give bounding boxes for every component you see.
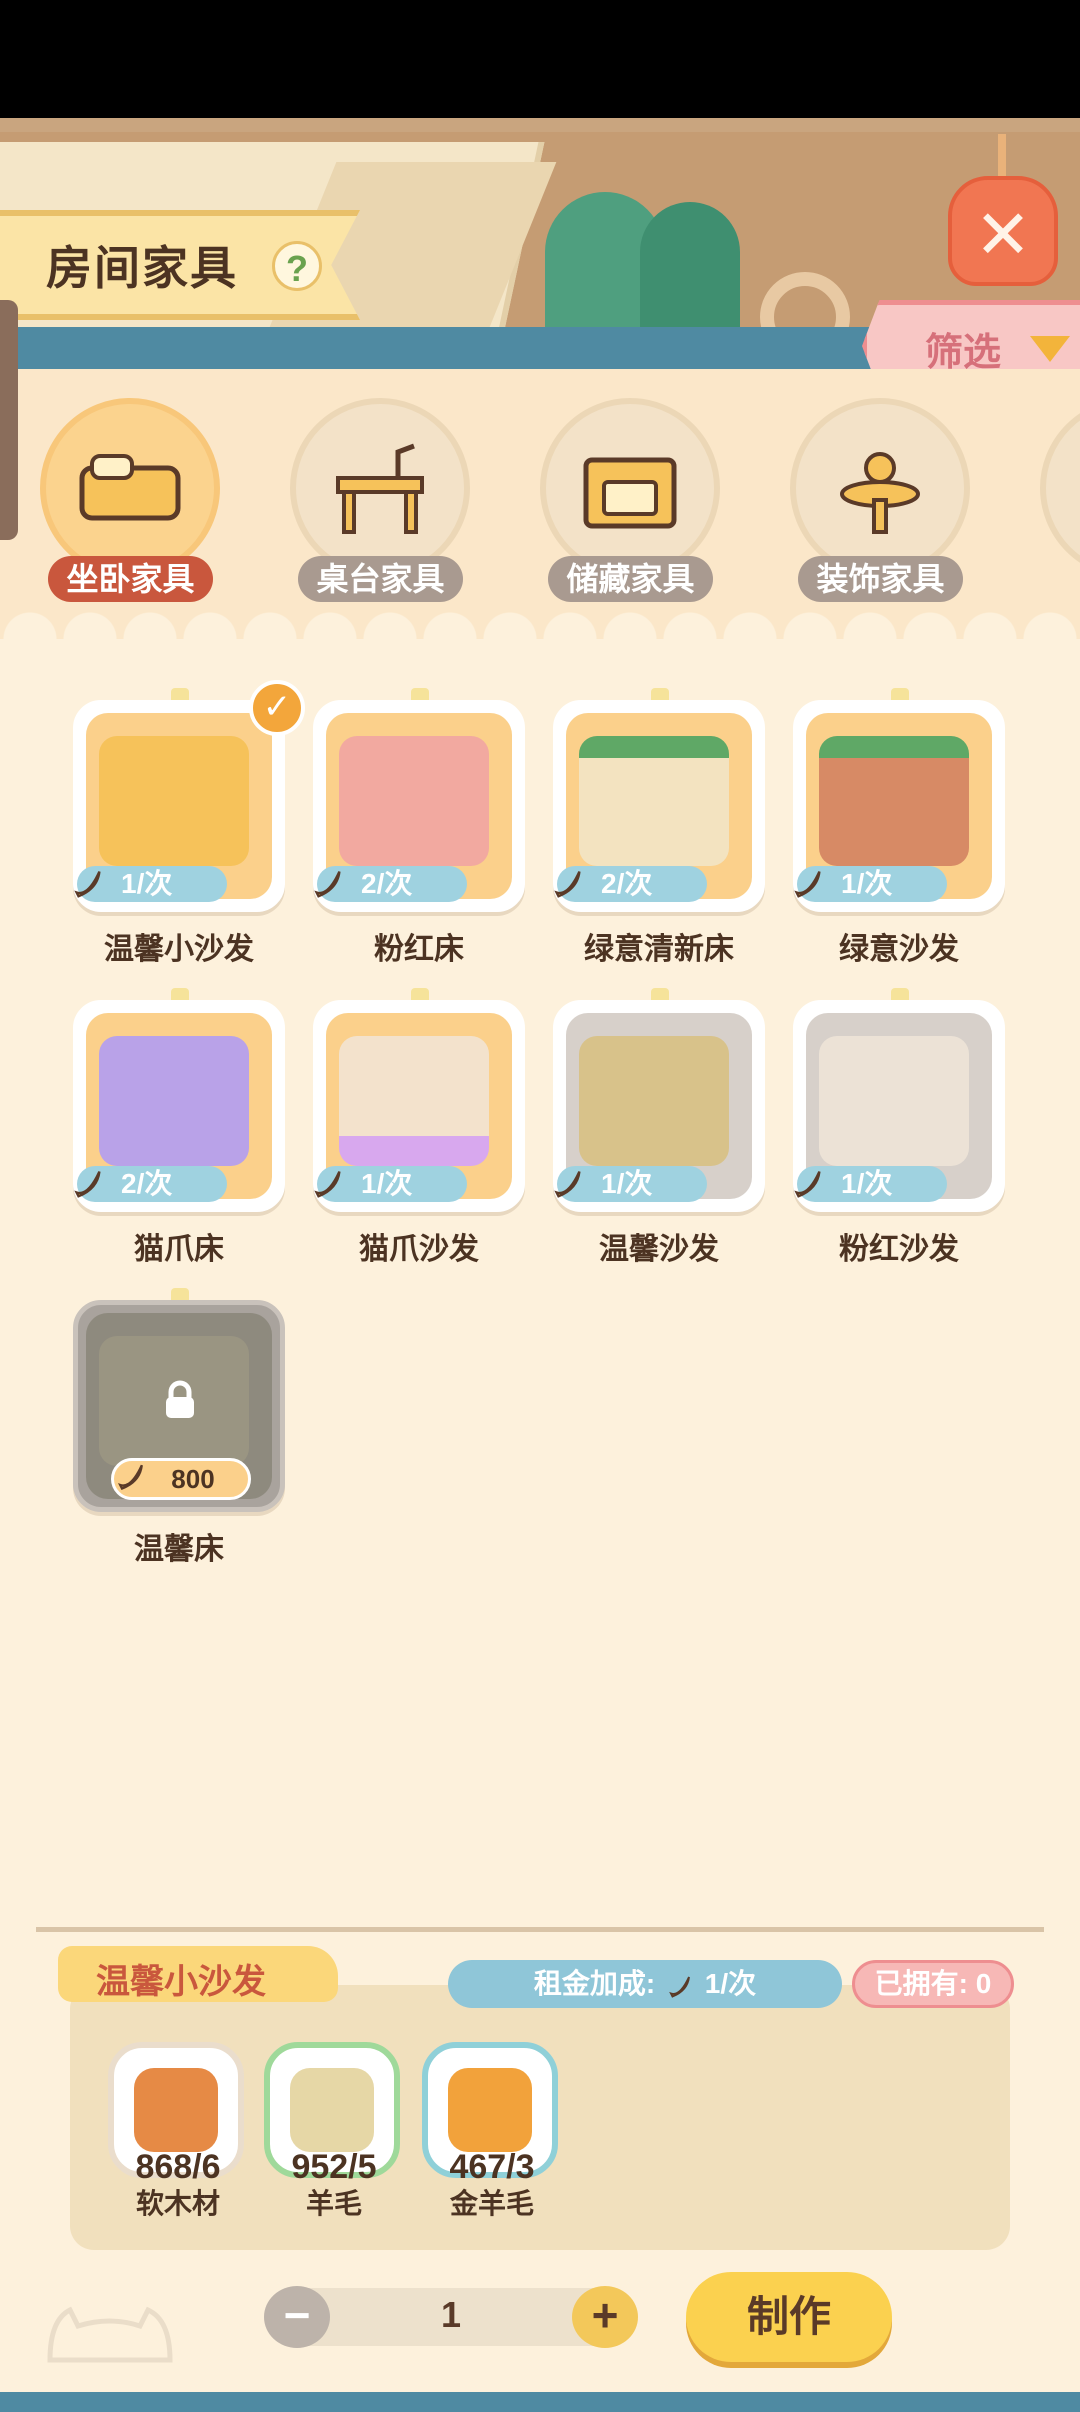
close-icon: ✕ <box>974 197 1032 273</box>
material-golden-wool[interactable]: 467/3 金羊毛 <box>422 2042 562 2219</box>
close-button[interactable]: ✕ <box>948 134 1058 290</box>
category-tab-bedding[interactable]: 坐卧家具 <box>40 398 220 608</box>
item-name: 温馨床 <box>134 1533 224 1566</box>
decor-table-icon <box>840 452 920 534</box>
increase-button[interactable]: + <box>572 2286 638 2348</box>
drawer-handle[interactable] <box>0 300 18 540</box>
material-cork-wood[interactable]: 868/6 软木材 <box>108 2042 248 2219</box>
craft-button[interactable]: 制作 <box>686 2272 892 2362</box>
item-name: 温馨沙发 <box>599 1233 719 1266</box>
item-name: 粉红沙发 <box>839 1233 959 1266</box>
wool-icon <box>290 2068 374 2152</box>
status-bar <box>0 0 1080 118</box>
category-label: 桌台家具 <box>298 556 463 602</box>
item-name: 绿意沙发 <box>839 933 959 966</box>
banana-icon <box>314 1171 341 1198</box>
desk-icon <box>336 443 424 534</box>
banana-icon <box>554 1171 581 1198</box>
bottom-edge <box>0 2392 1080 2412</box>
bed-icon <box>339 736 489 866</box>
material-wool[interactable]: 952/5 羊毛 <box>264 2042 404 2219</box>
category-tab-storage[interactable]: 储藏家具 <box>540 398 720 608</box>
top-edge <box>0 118 1080 132</box>
divider <box>36 1927 1044 1932</box>
category-tab-more[interactable] <box>1040 398 1080 608</box>
item-name: 温馨小沙发 <box>104 933 254 966</box>
banana-icon <box>74 871 101 898</box>
category-tab-desk[interactable]: 桌台家具 <box>290 398 470 608</box>
decrease-button[interactable]: − <box>264 2286 330 2348</box>
chevron-down-icon[interactable] <box>1030 336 1070 362</box>
banana-icon <box>794 1171 821 1198</box>
sofa-icon <box>819 736 969 866</box>
banana-icon <box>74 1171 101 1198</box>
wood-icon <box>134 2068 218 2152</box>
banana-icon <box>314 871 341 898</box>
category-tab-decor[interactable]: 装饰家具 <box>790 398 970 608</box>
item-name: 猫爪床 <box>134 1233 224 1266</box>
item-name: 猫爪沙发 <box>359 1233 479 1266</box>
banana-icon <box>554 871 581 898</box>
category-circle <box>1040 398 1080 578</box>
item-name: 绿意清新床 <box>584 933 734 966</box>
rent-bonus-badge: 租金加成: 1/次 <box>448 1960 842 2008</box>
owned-count-badge: 已拥有: 0 <box>852 1960 1014 2008</box>
category-label: 装饰家具 <box>798 556 963 602</box>
cat-bed-icon <box>99 1036 249 1166</box>
selected-item-title: 温馨小沙发 <box>96 1963 266 2001</box>
banana-icon <box>117 1464 143 1491</box>
rent-bonus-label: 租金加成: <box>533 1968 656 1999</box>
sofa-icon <box>99 736 249 866</box>
material-name: 软木材 <box>135 2188 220 2219</box>
sofa-icon <box>819 1036 969 1166</box>
cat-sofa-icon <box>339 1036 489 1166</box>
banana-icon <box>794 871 821 898</box>
material-name: 羊毛 <box>305 2188 362 2219</box>
item-name: 粉红床 <box>374 933 464 966</box>
ring-decoration <box>760 272 850 327</box>
page-title: 房间家具 <box>46 242 238 294</box>
help-icon[interactable]: ? <box>272 241 322 291</box>
quantity-value[interactable]: 1 <box>330 2294 572 2336</box>
filter-label[interactable]: 筛选 <box>925 321 1001 376</box>
golden-wool-icon <box>448 2068 532 2152</box>
cat-watermark-icon <box>47 2306 173 2363</box>
cactus-decoration <box>640 202 740 327</box>
material-name: 金羊毛 <box>449 2188 534 2219</box>
cabinet-icon <box>583 457 677 529</box>
tag-string <box>998 134 1006 178</box>
bed-icon <box>579 736 729 866</box>
category-label: 储藏家具 <box>548 556 713 602</box>
rent-bonus-value: 1/次 <box>704 1968 757 1999</box>
category-label: 坐卧家具 <box>48 556 213 602</box>
bed-icon <box>79 454 181 521</box>
sofa-icon <box>579 1036 729 1166</box>
lock-icon <box>166 1380 194 1418</box>
banana-icon <box>669 1976 690 1998</box>
selected-check-icon: ✓ <box>249 680 305 736</box>
